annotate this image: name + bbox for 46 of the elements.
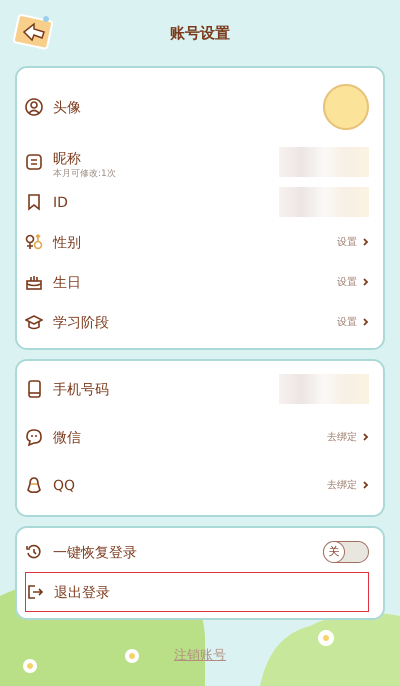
row-label: QQ <box>53 478 76 494</box>
row-action-link[interactable]: 去绑定 <box>327 478 369 492</box>
row-label: ID <box>53 195 68 211</box>
row-action-link[interactable]: 设置 <box>337 314 369 330</box>
settings-row[interactable]: 退出登录 <box>25 572 369 612</box>
settings-row[interactable]: 生日 设置 <box>25 262 369 302</box>
settings-row[interactable]: 学习阶段 设置 <box>25 302 369 342</box>
settings-row[interactable]: 昵称 本月可修改:1次 <box>25 142 369 182</box>
bookmark-icon <box>25 193 43 211</box>
row-action-link[interactable]: 去绑定 <box>327 430 369 444</box>
row-label: 退出登录 <box>54 585 110 601</box>
chevron-icon <box>363 238 369 246</box>
phone-icon <box>25 380 43 398</box>
chat-icon <box>25 428 43 446</box>
toggle-switch[interactable]: 关 <box>323 541 369 563</box>
row-label: 头像 <box>53 100 81 116</box>
gender-icon <box>25 233 43 251</box>
row-action-link[interactable]: 设置 <box>337 274 369 290</box>
row-label: 一键恢复登录 <box>53 545 137 561</box>
settings-row[interactable]: 头像 <box>25 72 369 142</box>
row-label: 微信 <box>53 430 81 446</box>
settings-row[interactable]: 微信 去绑定 <box>25 413 369 461</box>
row-label: 性别 <box>53 235 81 251</box>
history-icon <box>25 543 43 561</box>
person-icon <box>25 98 43 116</box>
settings-row[interactable]: 性别 设置 <box>25 222 369 262</box>
graduation-cap-icon <box>25 313 43 331</box>
page-title: 账号设置 <box>169 23 231 44</box>
settings-row[interactable]: QQ 去绑定 <box>25 461 369 509</box>
row-label: 手机号码 <box>53 382 109 398</box>
settings-row[interactable]: 一键恢复登录 关 <box>25 532 369 572</box>
settings-row[interactable]: 手机号码 <box>25 365 369 413</box>
row-label: 学习阶段 <box>53 315 109 331</box>
row-action-link[interactable]: 设置 <box>337 234 369 250</box>
logout-icon <box>26 583 44 601</box>
row-note: 本月可修改:1次 <box>53 170 116 178</box>
list-icon <box>25 153 43 171</box>
penguin-icon <box>25 476 43 494</box>
chevron-icon <box>363 481 369 489</box>
row-label: 生日 <box>53 275 81 291</box>
row-label: 昵称 <box>53 150 81 166</box>
chevron-icon <box>363 433 369 441</box>
chevron-icon <box>363 318 369 326</box>
settings-row[interactable]: ID <box>25 182 369 222</box>
cake-icon <box>25 273 43 291</box>
chevron-icon <box>363 278 369 286</box>
